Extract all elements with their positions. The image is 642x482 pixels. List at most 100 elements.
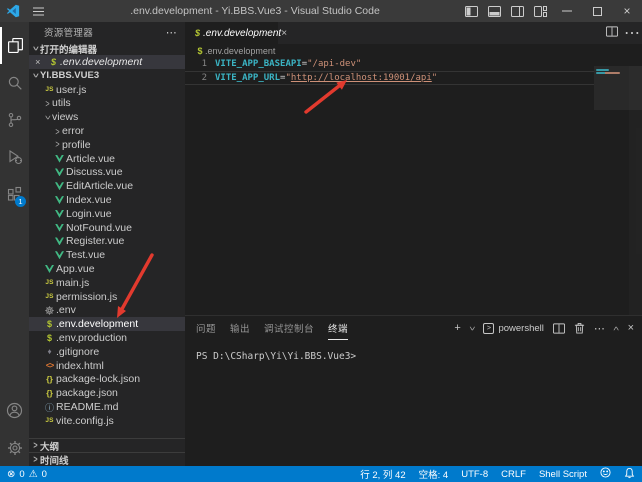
vue-file-icon <box>43 265 56 273</box>
project-section[interactable]: > YI.BBS.VUE3 <box>29 69 185 83</box>
url-link[interactable]: http://localhost:19001/api <box>291 73 432 83</box>
tree-item[interactable]: >profile <box>29 138 185 152</box>
tree-item[interactable]: >views <box>29 110 185 124</box>
explorer-more-actions-icon[interactable]: ⋯ <box>166 26 177 39</box>
tree-item[interactable]: $.env.production <box>29 331 185 345</box>
panel-tab[interactable]: 调试控制台 <box>264 316 314 340</box>
tree-item-label: EditArticle.vue <box>66 180 133 192</box>
encoding[interactable]: UTF-8 <box>461 469 488 480</box>
readme-info-icon: ⓘ <box>43 401 56 414</box>
tree-item[interactable]: JSvite.config.js <box>29 414 185 428</box>
code-editor[interactable]: 1 VITE_APP_BASEAPI="/api-dev" 2 VITE_APP… <box>185 57 642 315</box>
chevron-down-icon: > <box>42 113 54 121</box>
tree-item[interactable]: Login.vue <box>29 207 185 221</box>
outline-section[interactable]: > 大纲 <box>29 438 185 452</box>
editor-more-actions-icon[interactable]: ⋯ <box>622 23 642 43</box>
timeline-section[interactable]: > 时间线 <box>29 452 185 466</box>
settings-gear-icon[interactable] <box>0 429 29 466</box>
tree-item-label: vite.config.js <box>56 415 114 427</box>
tree-item[interactable]: App.vue <box>29 262 185 276</box>
tree-item-label: README.md <box>56 401 118 413</box>
toggle-panel-icon[interactable] <box>483 0 506 22</box>
explorer-icon[interactable] <box>0 27 29 64</box>
tree-item-label: package.json <box>56 387 118 399</box>
tree-item[interactable]: {}package.json <box>29 386 185 400</box>
run-debug-icon[interactable] <box>0 138 29 175</box>
split-terminal-icon[interactable] <box>553 323 565 334</box>
tree-item[interactable]: .env <box>29 304 185 318</box>
tree-item[interactable]: JSuser.js <box>29 83 185 97</box>
terminal-output[interactable]: PS D:\CSharp\Yi\Yi.BBS.Vue3> <box>185 340 642 362</box>
tree-item-label: .env.production <box>56 332 127 344</box>
language-mode[interactable]: Shell Script <box>539 469 587 480</box>
vue-file-icon <box>53 168 66 176</box>
tree-item[interactable]: ⓘREADME.md <box>29 400 185 414</box>
vue-file-icon <box>53 155 66 163</box>
panel-tab[interactable]: 终端 <box>328 316 348 340</box>
extensions-icon[interactable]: 1 <box>0 175 29 212</box>
eol-sequence[interactable]: CRLF <box>501 469 526 480</box>
toggle-sidebar-icon[interactable] <box>460 0 483 22</box>
tree-item[interactable]: Discuss.vue <box>29 166 185 180</box>
tree-item[interactable]: {}package-lock.json <box>29 373 185 387</box>
new-terminal-icon[interactable]: + <box>454 322 460 334</box>
vue-file-icon <box>53 251 66 259</box>
tree-item[interactable]: JSmain.js <box>29 276 185 290</box>
editor-scrollbar[interactable] <box>629 66 642 315</box>
activity-bar: 1 <box>0 22 29 466</box>
close-icon[interactable]: × <box>35 57 47 67</box>
tree-item[interactable]: JSpermission.js <box>29 290 185 304</box>
minimap[interactable] <box>596 69 628 75</box>
source-control-icon[interactable] <box>0 101 29 138</box>
breadcrumb[interactable]: $ .env.development <box>185 44 642 57</box>
minimize-button[interactable] <box>552 0 582 22</box>
code-line-2[interactable]: 2 VITE_APP_URL="http://localhost:19001/a… <box>185 71 594 85</box>
maximize-panel-icon[interactable]: > <box>610 326 622 330</box>
tab-env-development[interactable]: $ .env.development × <box>185 22 278 44</box>
open-editors-section[interactable]: > 打开的编辑器 <box>29 42 185 55</box>
tree-item-label: main.js <box>56 277 89 289</box>
tree-item[interactable]: ♦.gitignore <box>29 345 185 359</box>
tree-item[interactable]: Test.vue <box>29 248 185 262</box>
notifications-bell-icon[interactable] <box>624 467 635 482</box>
panel-tab[interactable]: 输出 <box>230 316 250 340</box>
menu-hamburger-icon[interactable] <box>26 7 50 16</box>
shell-file-icon: $ <box>195 46 205 56</box>
split-editor-icon[interactable] <box>602 24 622 42</box>
tree-item[interactable]: Index.vue <box>29 193 185 207</box>
tree-item[interactable]: Register.vue <box>29 235 185 249</box>
panel-tab[interactable]: 问题 <box>196 316 216 340</box>
terminal-icon: > <box>483 323 494 334</box>
js-file-icon: JS <box>43 279 56 286</box>
tree-item[interactable]: >error <box>29 124 185 138</box>
tree-item[interactable]: $.env.development <box>29 317 185 331</box>
close-panel-icon[interactable]: × <box>628 322 634 334</box>
shell-file-icon: $ <box>43 333 56 343</box>
search-icon[interactable] <box>0 64 29 101</box>
tree-item[interactable]: <>index.html <box>29 359 185 373</box>
tree-item[interactable]: EditArticle.vue <box>29 179 185 193</box>
cursor-position[interactable]: 行 2, 列 42 <box>360 467 405 481</box>
status-bar: ⊗ 0 ⚠ 0 行 2, 列 42 空格: 4 UTF-8 CRLF Shell… <box>0 466 642 482</box>
maximize-button[interactable] <box>582 0 612 22</box>
toggle-secondary-sidebar-icon[interactable] <box>506 0 529 22</box>
close-tab-icon[interactable]: × <box>281 28 287 39</box>
account-icon[interactable] <box>0 392 29 429</box>
open-editor-item[interactable]: × $ .env.development <box>29 55 185 69</box>
code-line-1[interactable]: 1 VITE_APP_BASEAPI="/api-dev" <box>185 57 594 71</box>
problems-status[interactable]: ⊗ 0 ⚠ 0 <box>7 469 47 480</box>
indentation[interactable]: 空格: 4 <box>419 467 449 481</box>
tree-item-label: Article.vue <box>66 153 115 165</box>
chevron-down-icon: > <box>30 44 42 52</box>
terminal-profile-dropdown-icon[interactable]: > <box>466 326 478 330</box>
close-window-button[interactable]: × <box>612 0 642 22</box>
tree-item[interactable]: >utils <box>29 97 185 111</box>
title-bar: .env.development - Yi.BBS.Vue3 - Visual … <box>0 0 642 22</box>
terminal-shell-select[interactable]: >powershell <box>483 323 543 334</box>
tree-item[interactable]: Article.vue <box>29 152 185 166</box>
tree-item[interactable]: NotFound.vue <box>29 221 185 235</box>
customize-layout-icon[interactable] <box>529 0 552 22</box>
panel-more-actions-icon[interactable]: ⋯ <box>594 322 605 335</box>
feedback-smiley-icon[interactable] <box>600 467 611 481</box>
kill-terminal-trash-icon[interactable] <box>574 322 585 334</box>
